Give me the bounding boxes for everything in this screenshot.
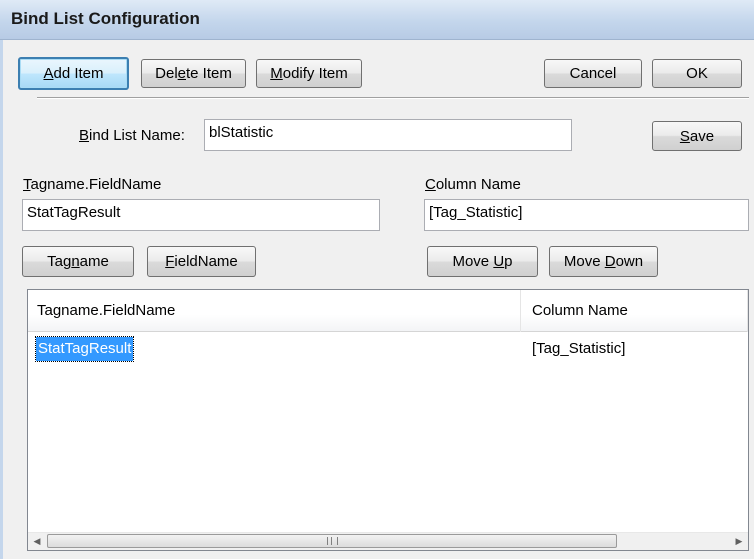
move-down-button[interactable]: Move Down: [549, 246, 658, 277]
tagname-fieldname-label: Tagname.FieldName: [23, 176, 162, 193]
column-name-label: Column Name: [425, 176, 521, 193]
scrollbar-thumb[interactable]: [47, 534, 617, 548]
grip-icon: [326, 537, 338, 545]
tagname-button[interactable]: Tagname: [22, 246, 134, 277]
modify-item-button[interactable]: Modify Item: [256, 59, 362, 88]
row-column-name-cell[interactable]: [Tag_Statistic]: [532, 337, 625, 361]
bind-list-name-input[interactable]: blStatistic: [204, 119, 572, 151]
window-title: Bind List Configuration: [11, 9, 200, 28]
table-row[interactable]: StatTagResult [Tag_Statistic]: [28, 336, 748, 363]
tagname-fieldname-input[interactable]: StatTagResult: [22, 199, 380, 231]
cancel-button[interactable]: Cancel: [544, 59, 642, 88]
list-header: Tagname.FieldName Column Name: [28, 290, 748, 332]
column-name-input[interactable]: [Tag_Statistic]: [424, 199, 749, 231]
horizontal-scrollbar[interactable]: ◀ ▶: [28, 532, 748, 550]
save-button[interactable]: Save: [652, 121, 742, 151]
move-up-button[interactable]: Move Up: [427, 246, 538, 277]
row-tagname-cell[interactable]: StatTagResult: [34, 336, 135, 362]
delete-item-button[interactable]: Delete Item: [141, 59, 246, 88]
bind-list-name-label: Bind List Name:: [79, 127, 185, 144]
scroll-right-arrow-icon[interactable]: ▶: [730, 533, 748, 550]
title-bar[interactable]: Bind List Configuration: [0, 0, 754, 40]
scroll-left-arrow-icon[interactable]: ◀: [28, 533, 46, 550]
column-header-column-name[interactable]: Column Name: [521, 290, 748, 332]
add-item-button[interactable]: Add Item: [18, 57, 129, 90]
window-frame: [0, 40, 3, 559]
bind-list-view[interactable]: Tagname.FieldName Column Name StatTagRes…: [27, 289, 749, 551]
fieldname-button[interactable]: FieldName: [147, 246, 256, 277]
column-header-tagname[interactable]: Tagname.FieldName: [28, 290, 521, 332]
toolbar-separator: [37, 97, 749, 99]
ok-button[interactable]: OK: [652, 59, 742, 88]
